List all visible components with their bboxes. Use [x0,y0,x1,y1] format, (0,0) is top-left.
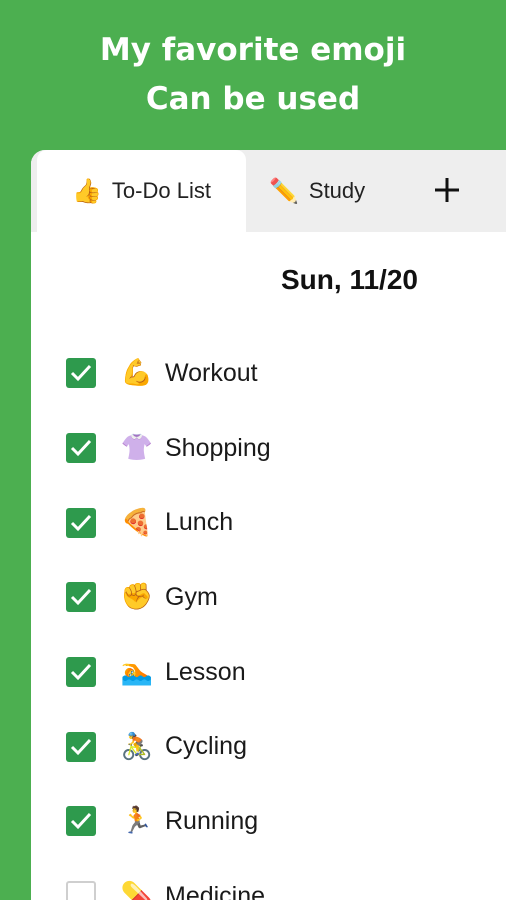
checkbox[interactable] [66,507,96,538]
checkbox[interactable] [66,657,96,688]
item-label: Running [165,806,259,835]
pizza-icon: 🍕 [120,507,154,538]
swimmer-icon: 🏊 [120,657,154,688]
item-label: Cycling [165,732,247,761]
item-label: Shopping [165,433,271,462]
check-icon [70,365,92,382]
list-item[interactable]: 🏃 Running [31,784,506,859]
todo-list: 💪 Workout 👚 Shopping 🍕 Lunch ✊ Gym 🏊 Les… [31,336,506,900]
pencil-icon: ✏️ [269,177,299,205]
tab-label: Study [308,178,366,203]
promo-headline: My favorite emoji Can be used [0,26,506,124]
cyclist-icon: 🚴 [120,731,154,762]
checkbox[interactable] [66,881,96,900]
checkbox[interactable] [66,582,96,613]
date-header: Sun, 11/20 [281,264,418,295]
check-icon [70,589,92,606]
app-screen: 👍 To-Do List ✏️ Study Sun, 11/20 💪 Worko… [31,150,506,900]
raised-fist-icon: ✊ [120,582,154,613]
tab-bar: 👍 To-Do List ✏️ Study [31,150,506,232]
item-label: Lunch [165,508,234,537]
checkbox[interactable] [66,358,96,389]
item-label: Lesson [165,657,246,686]
list-item[interactable]: 💪 Workout [31,336,506,411]
check-icon [70,514,92,531]
item-label: Workout [165,358,258,387]
tab-label: To-Do List [111,178,211,203]
list-item[interactable]: ✊ Gym [31,560,506,635]
check-icon [70,440,92,457]
plus-icon [435,178,459,202]
checkbox[interactable] [66,731,96,762]
runner-icon: 🏃 [120,806,154,837]
list-item[interactable]: 🚴 Cycling [31,709,506,784]
pill-icon: 💊 [120,881,154,900]
thumbs-up-icon: 👍 [72,177,102,205]
check-icon [70,813,92,830]
list-item[interactable]: 👚 Shopping [31,411,506,486]
tab-study[interactable]: ✏️ Study [269,150,389,232]
list-item[interactable]: 🍕 Lunch [31,485,506,560]
headline-line-1: My favorite emoji [99,32,407,68]
item-label: Medicine [165,881,266,900]
add-tab-button[interactable] [427,170,467,210]
checkbox[interactable] [66,433,96,464]
flexed-biceps-icon: 💪 [120,358,154,389]
check-icon [70,664,92,681]
headline-line-2: Can be used [145,81,361,117]
item-label: Gym [165,582,218,611]
tab-todo-list[interactable]: 👍 To-Do List [37,150,246,232]
check-icon [70,738,92,755]
blouse-icon: 👚 [120,433,154,464]
list-item[interactable]: 💊 Medicine [31,859,506,900]
list-item[interactable]: 🏊 Lesson [31,635,506,710]
checkbox[interactable] [66,806,96,837]
